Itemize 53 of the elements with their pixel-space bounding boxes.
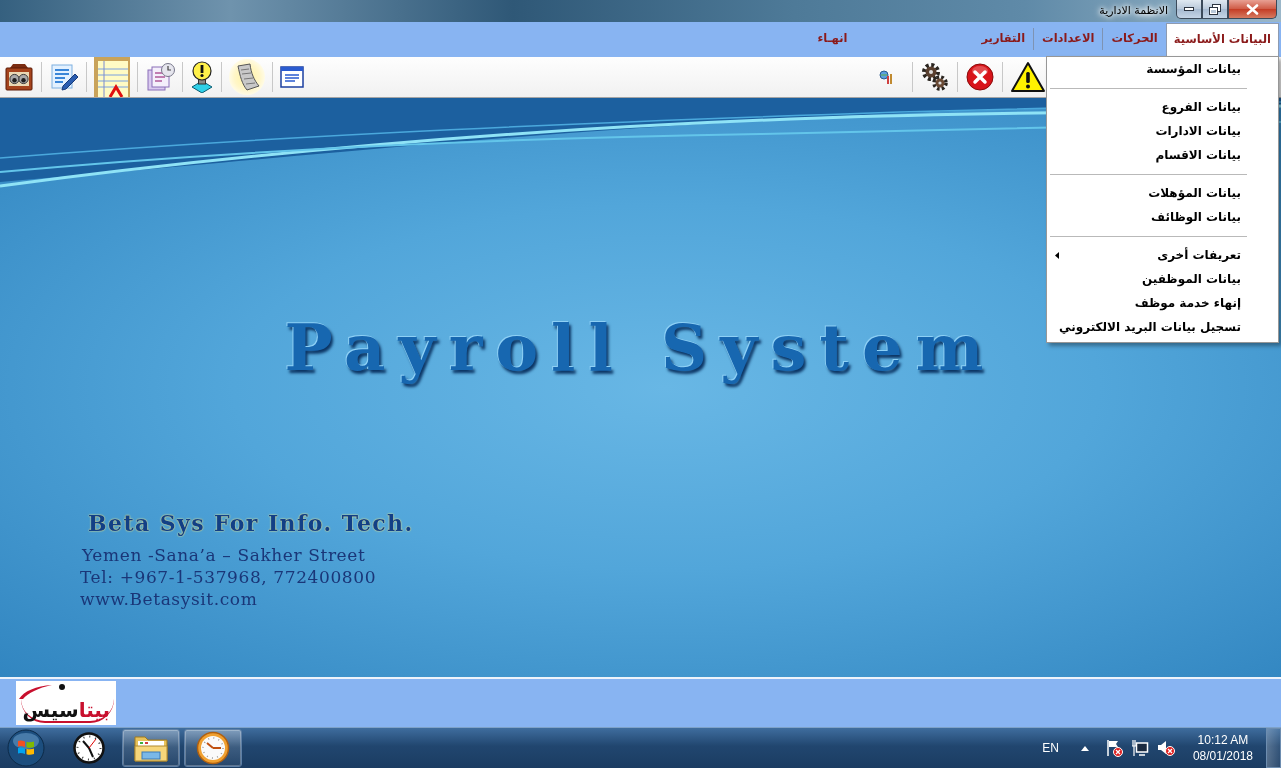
logo-text: بيتاسيس: [20, 699, 114, 723]
tools-icon[interactable]: [878, 69, 894, 85]
menu-tab[interactable]: التقارير: [973, 24, 1034, 54]
document-clock-icon[interactable]: [145, 62, 175, 92]
menu-tab[interactable]: انهـاء: [809, 24, 856, 54]
website-text: www.Betasysit.com: [80, 588, 258, 610]
window-title: الانظمة الادارية: [1098, 4, 1169, 17]
start-button[interactable]: [6, 728, 46, 768]
folder-icon: [133, 733, 169, 763]
minimize-button[interactable]: [1176, 0, 1202, 19]
menu-item[interactable]: تعريفات أخرى: [1047, 243, 1278, 267]
menu-item[interactable]: بيانات الوظائف: [1047, 205, 1278, 229]
close-button[interactable]: [1228, 0, 1277, 19]
menu-item[interactable]: تسجيل بيانات البريد الالكتروني: [1047, 315, 1278, 339]
caret-up-icon[interactable]: [1080, 745, 1089, 751]
flag-icon[interactable]: [1104, 739, 1123, 757]
scroll-icon[interactable]: [229, 59, 265, 95]
menu-item[interactable]: بيانات الادارات: [1047, 119, 1278, 143]
app-title: Payroll System: [284, 312, 997, 384]
ruled-page-icon[interactable]: [94, 57, 130, 97]
tray-clock[interactable]: 10:12 AM 08/01/2018: [1186, 732, 1259, 764]
lightbulb-icon[interactable]: [190, 61, 214, 93]
taskbar-button[interactable]: [122, 729, 180, 767]
menu-item[interactable]: بيانات الفروع: [1047, 95, 1278, 119]
network-icon[interactable]: [1130, 739, 1149, 757]
minimize-icon: [1184, 7, 1194, 11]
menu-item[interactable]: بيانات المؤهلات: [1047, 181, 1278, 205]
alarm-clock-icon: [196, 731, 230, 765]
warning-icon[interactable]: [1011, 61, 1045, 93]
menu-item[interactable]: بيانات الاقسام: [1047, 143, 1278, 167]
menu-item[interactable]: بيانات المؤسسة: [1047, 57, 1278, 81]
close-icon: [1246, 3, 1259, 15]
speaker-icon[interactable]: [1156, 739, 1175, 757]
clock-icon: [73, 732, 105, 764]
restore-icon: [1209, 3, 1221, 15]
menu-item[interactable]: إنهاء خدمة موظف: [1047, 291, 1278, 315]
menu-item[interactable]: بيانات الموظفين: [1047, 267, 1278, 291]
restore-button[interactable]: [1202, 0, 1228, 19]
menu-tab[interactable]: الاعدادات: [1034, 24, 1103, 54]
eyes-icon[interactable]: [4, 62, 34, 92]
address-text: Yemen -Sana’a – Sakher Street: [82, 544, 366, 566]
cancel-icon[interactable]: [966, 63, 994, 91]
window-icon[interactable]: [280, 66, 304, 88]
menu-tab[interactable]: البيانات الأساسية: [1165, 23, 1279, 57]
gears-icon[interactable]: [921, 62, 949, 92]
swoosh-icon: [18, 683, 68, 699]
company-name: Beta Sys For Info. Tech.: [88, 510, 414, 536]
orb-icon: [7, 729, 45, 767]
phone-text: Tel: +967-1-537968, 772400800: [80, 566, 377, 588]
language-button[interactable]: EN: [1036, 739, 1065, 757]
edit-document-icon[interactable]: [49, 62, 79, 92]
menu-tab[interactable]: الحركات: [1103, 24, 1166, 54]
taskbar-button[interactable]: [184, 729, 242, 767]
